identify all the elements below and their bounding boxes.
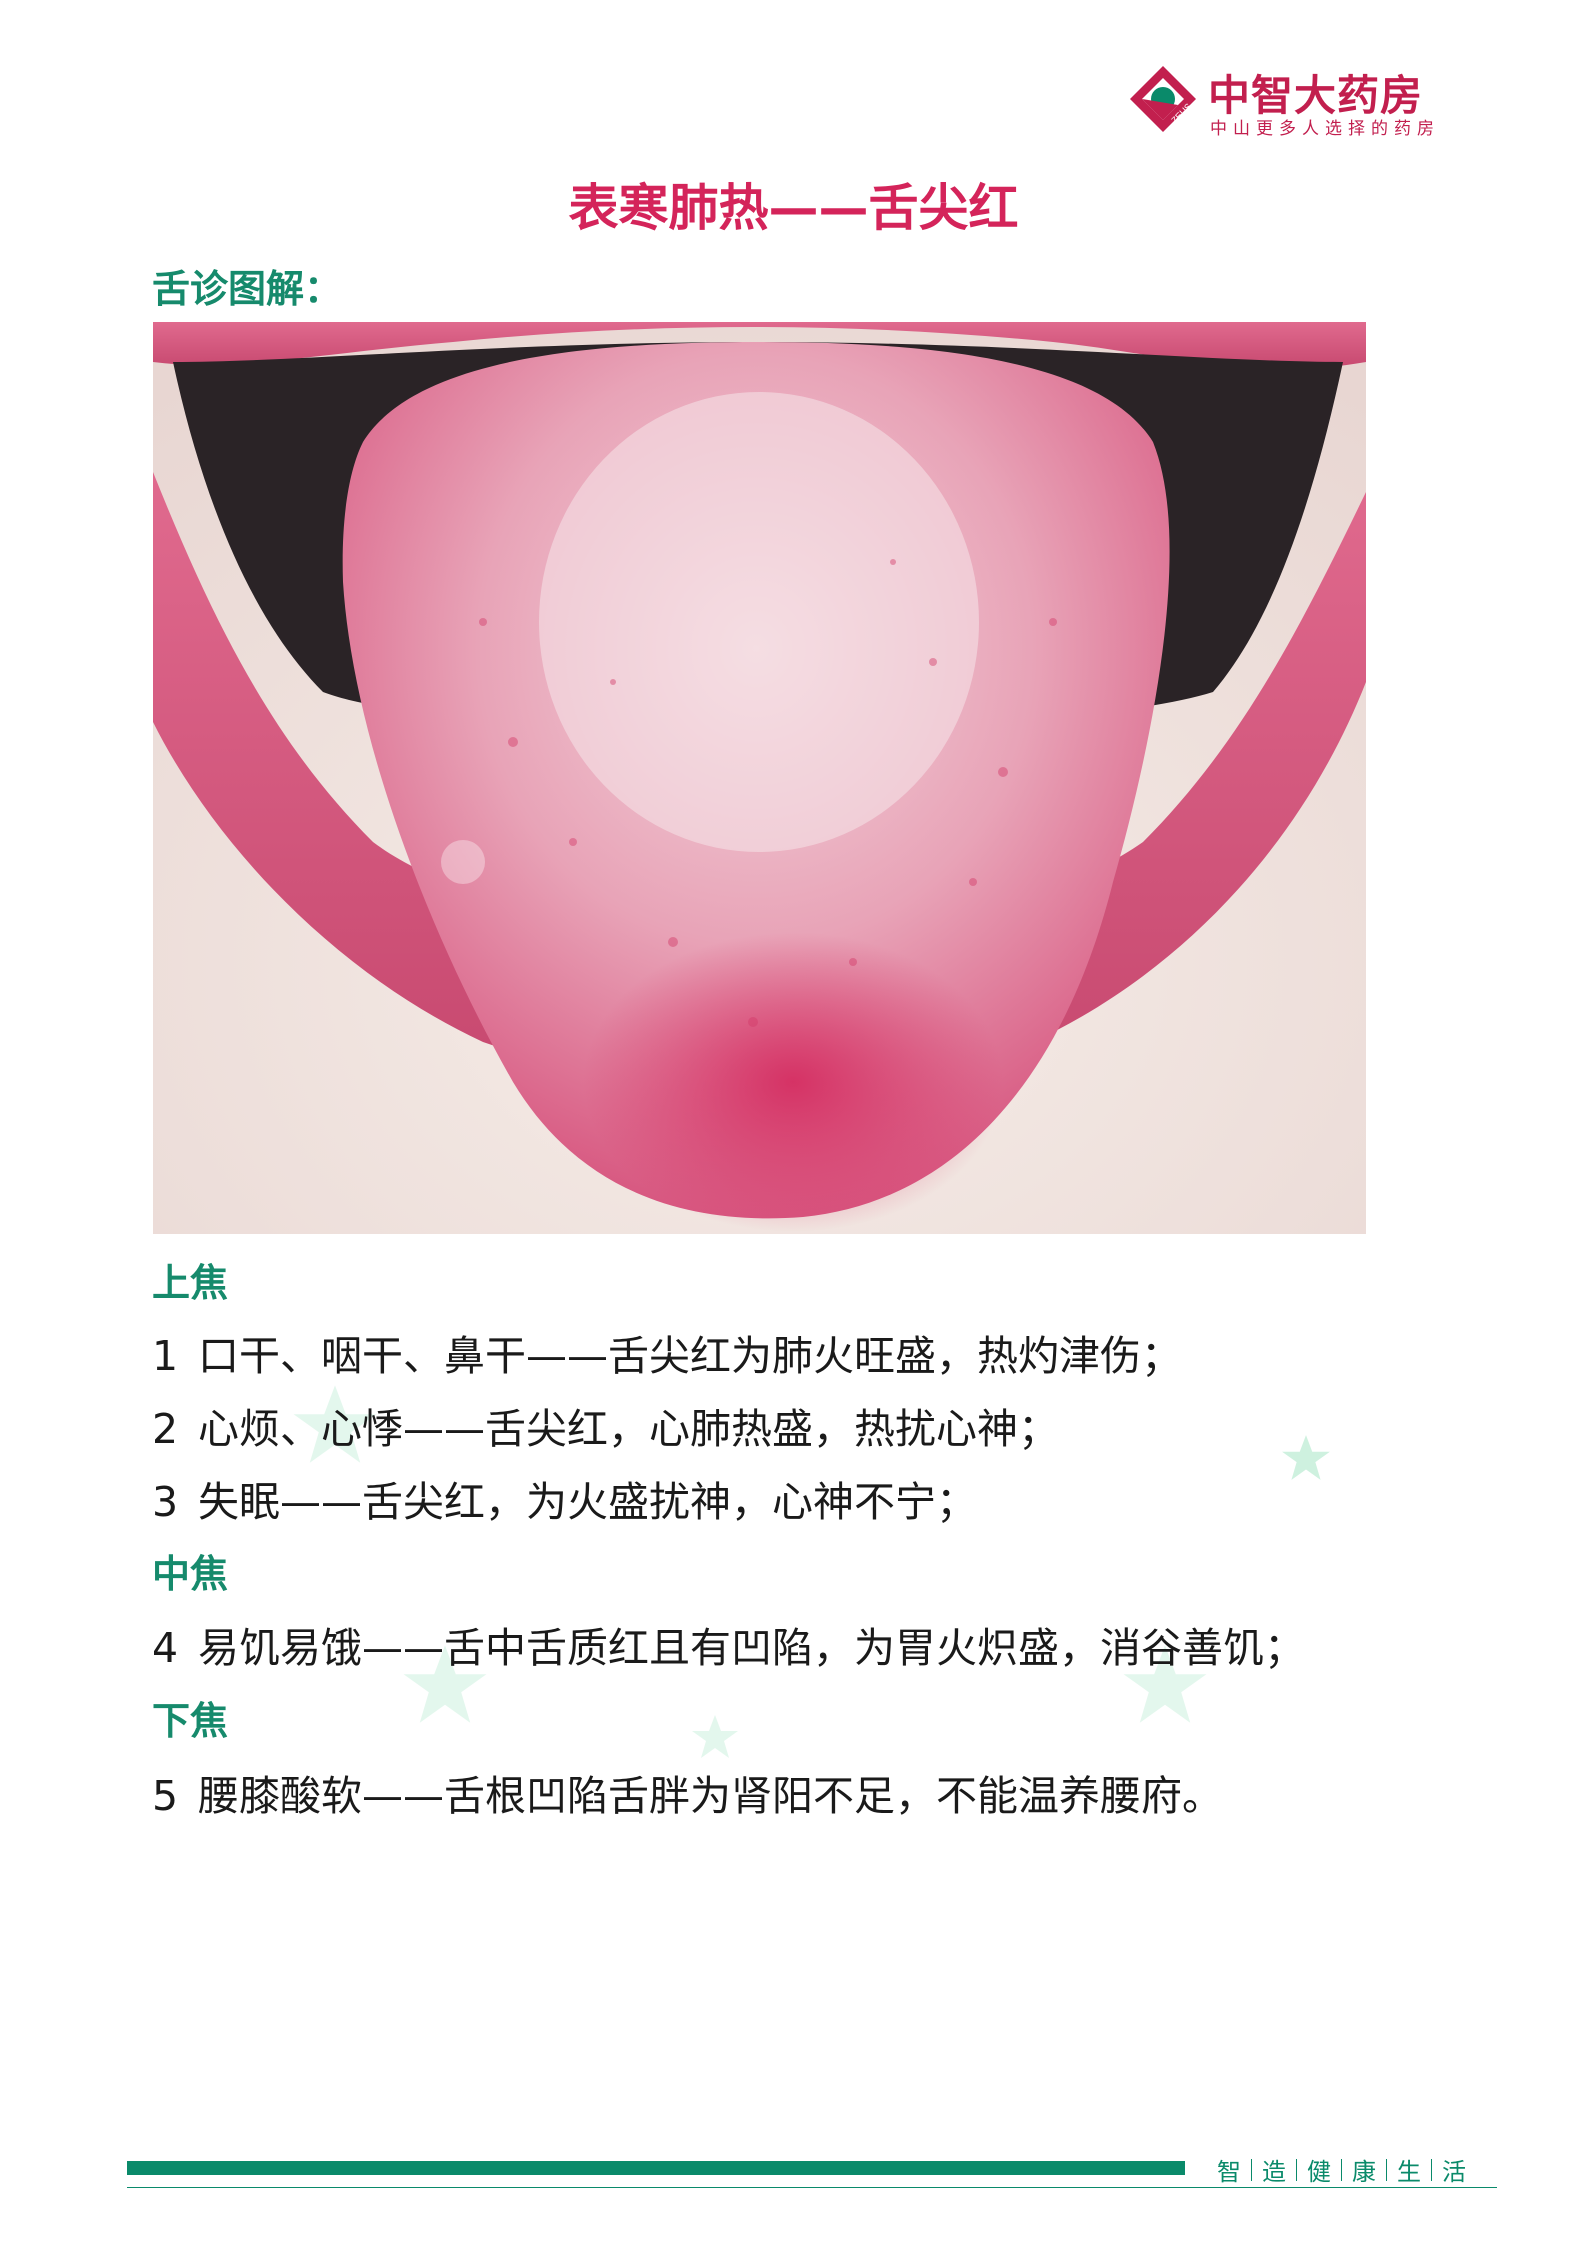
item-text: 失眠——舌尖红，为火盛扰神，心神不宁； [198,1478,977,1526]
motto-char: 康 [1352,2158,1376,2186]
brand-mark-icon: ZEUS [1130,66,1196,132]
item-number: 1 [152,1332,179,1380]
item-text: 腰膝酸软——舌根凹陷舌胖为肾阳不足，不能温养腰府。 [198,1772,1223,1820]
motto-char: 智 [1217,2158,1241,2186]
footer-motto: 智 造 健 康 生 活 [1207,2152,1476,2187]
item-text: 口干、咽干、鼻干——舌尖红为肺火旺盛，热灼津伤； [198,1332,1182,1380]
list-item: 4 易饥易饿——舌中舌质红且有凹陷，为胃火炽盛，消谷善饥； [152,1614,1305,1674]
item-number: 3 [152,1478,179,1526]
motto-char: 生 [1397,2158,1421,2186]
motto-char: 活 [1442,2158,1466,2186]
footer-divider [127,2187,1497,2188]
item-number: 4 [152,1624,179,1672]
tongue-photo [153,322,1366,1234]
section-label-lower: 下焦 [152,1699,229,1743]
star-decoration-icon [692,1715,738,1758]
list-item: 2 心烦、心悸——舌尖红，心肺热盛，热扰心神； [152,1395,1059,1455]
section-label-middle: 中焦 [152,1552,229,1596]
list-item: 5 腰膝酸软——舌根凹陷舌胖为肾阳不足，不能温养腰府。 [152,1762,1223,1822]
star-decoration-icon [1282,1435,1330,1480]
footer-bar [127,2161,1185,2175]
page-title: 表寒肺热——舌尖红 [568,179,1019,237]
list-item: 3 失眠——舌尖红，为火盛扰神，心神不宁； [152,1468,977,1528]
item-number: 2 [152,1405,179,1453]
motto-char: 健 [1307,2158,1331,2186]
brand-slogan: 中山更多人选择的药房 [1210,119,1440,139]
diagram-label: 舌诊图解： [152,267,343,311]
item-number: 5 [152,1772,179,1820]
item-text: 心烦、心悸——舌尖红，心肺热盛，热扰心神； [198,1405,1059,1453]
list-item: 1 口干、咽干、鼻干——舌尖红为肺火旺盛，热灼津伤； [152,1322,1182,1382]
motto-char: 造 [1262,2158,1286,2186]
brand-logo: ZEUS 中智大药房 中山更多人选择的药房 [1128,62,1458,142]
item-text: 易饥易饿——舌中舌质红且有凹陷，为胃火炽盛，消谷善饥； [198,1624,1305,1672]
section-label-upper: 上焦 [152,1261,229,1305]
